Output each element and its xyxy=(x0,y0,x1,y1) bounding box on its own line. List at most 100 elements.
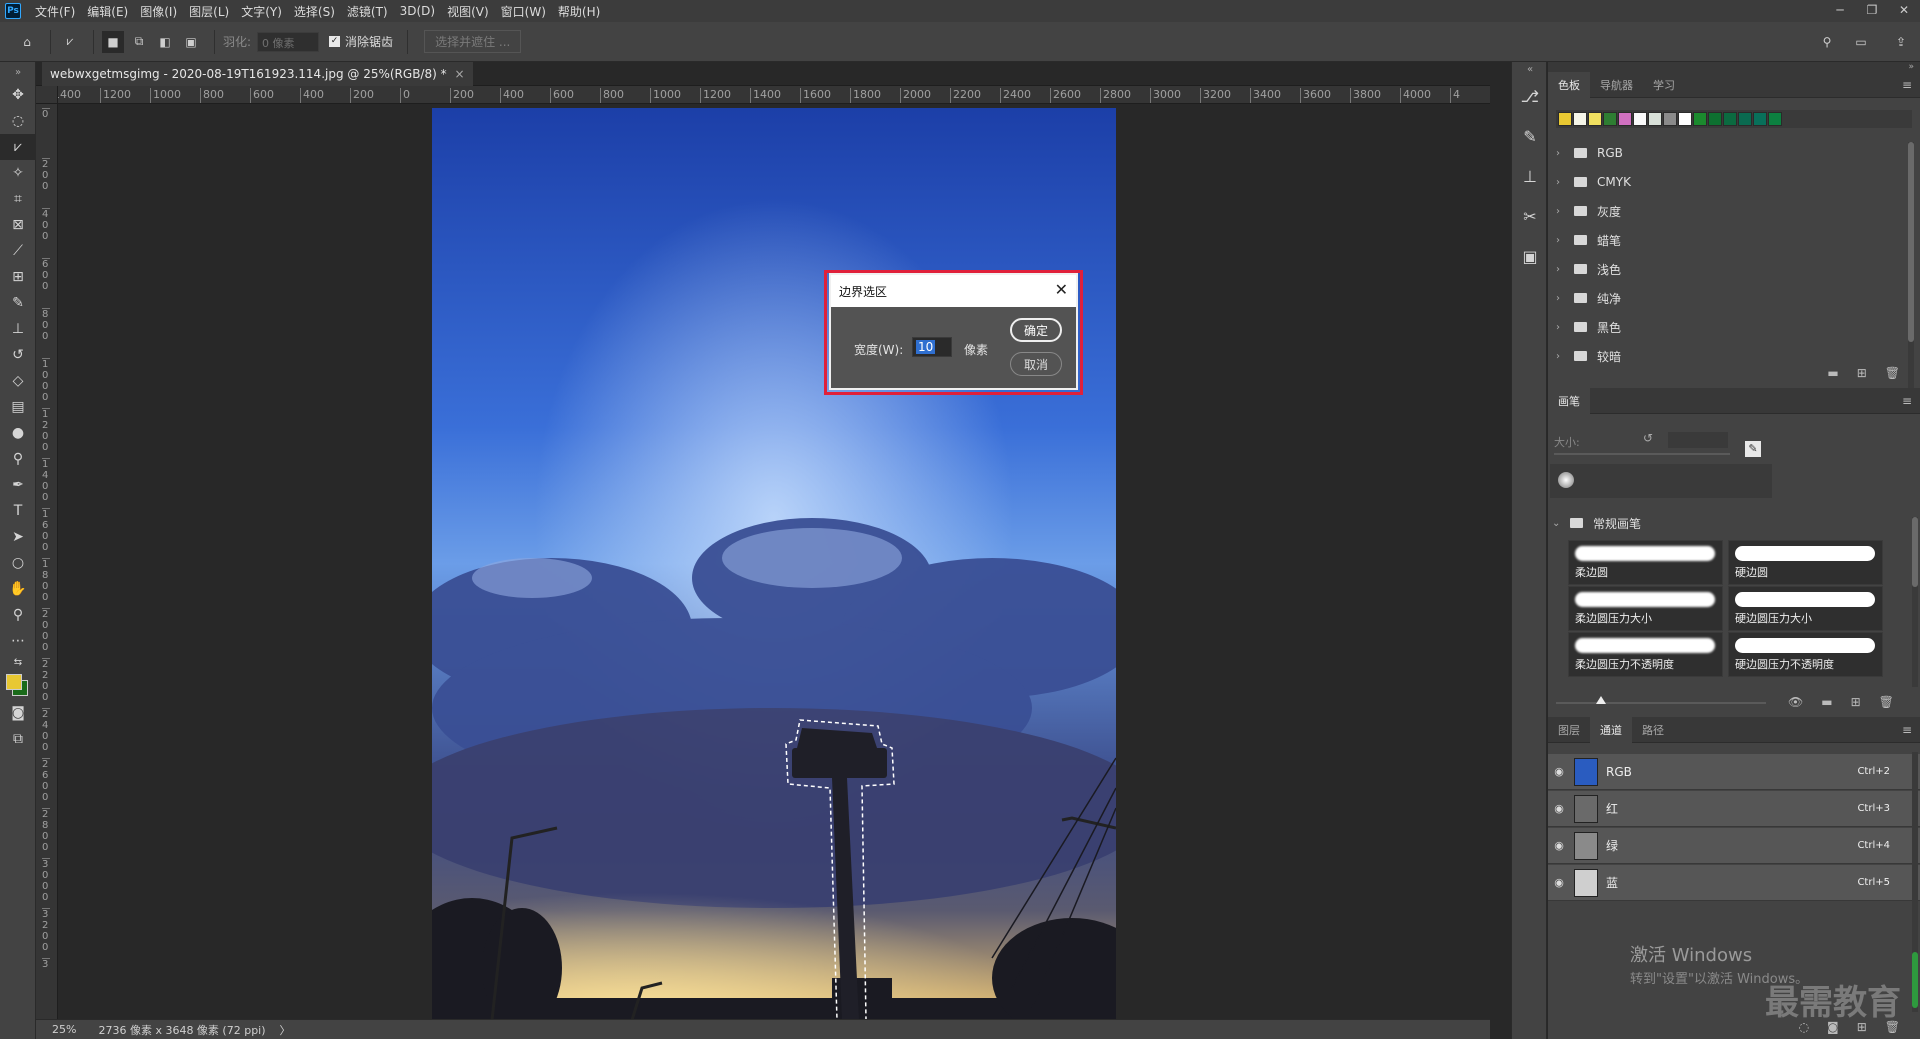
panel-menu-icon[interactable]: ≡ xyxy=(1902,78,1912,92)
menu-edit[interactable]: 编辑(E) xyxy=(81,3,134,20)
menu-help[interactable]: 帮助(H) xyxy=(552,3,606,20)
ok-button[interactable]: 确定 xyxy=(1010,318,1062,342)
photo-canvas[interactable] xyxy=(432,108,1116,1020)
magic-wand-tool-icon[interactable]: ✧ xyxy=(0,160,36,186)
new-group-icon[interactable]: ▬ xyxy=(1827,366,1838,380)
ellipse-tool-icon[interactable]: ○ xyxy=(0,550,36,576)
tab-brushes[interactable]: 画笔 xyxy=(1548,387,1590,414)
color-swatches[interactable] xyxy=(0,670,36,700)
panel-menu-icon[interactable]: ≡ xyxy=(1902,394,1912,408)
brush-settings-panel-icon[interactable]: ✎ xyxy=(1512,116,1548,156)
delete-swatch-icon[interactable]: 🗑 xyxy=(1885,366,1900,380)
healing-brush-tool-icon[interactable]: ⊞ xyxy=(0,264,36,290)
delete-brush-icon[interactable]: 🗑 xyxy=(1879,695,1894,709)
eye-icon[interactable]: ◉ xyxy=(1548,765,1570,778)
type-tool-icon[interactable]: T xyxy=(0,498,36,524)
cancel-button[interactable]: 取消 xyxy=(1010,352,1062,376)
menu-window[interactable]: 窗口(W) xyxy=(495,3,552,20)
reset-icon[interactable]: ↺ xyxy=(1643,431,1653,445)
more-tools-icon[interactable]: ⋯ xyxy=(0,628,36,654)
tab-layers[interactable]: 图层 xyxy=(1548,717,1590,743)
color-swatch[interactable] xyxy=(1663,112,1677,126)
close-window-button[interactable]: ✕ xyxy=(1888,0,1920,22)
move-tool-icon[interactable]: ✥ xyxy=(0,82,36,108)
color-swatch[interactable] xyxy=(1738,112,1752,126)
brush-size-slider[interactable] xyxy=(1554,453,1730,455)
menu-layer[interactable]: 图层(L) xyxy=(183,3,235,20)
eye-icon[interactable]: ◉ xyxy=(1548,802,1570,815)
channel-row[interactable]: ◉ RGB Ctrl+2 xyxy=(1548,754,1920,790)
width-input[interactable]: 10 xyxy=(912,337,952,357)
color-swatch[interactable] xyxy=(1708,112,1722,126)
swatches-scrollbar[interactable] xyxy=(1908,142,1914,392)
tab-paths[interactable]: 路径 xyxy=(1632,717,1674,743)
menu-3d[interactable]: 3D(D) xyxy=(394,4,441,18)
tab-navigator[interactable]: 导航器 xyxy=(1590,72,1643,98)
collapse-icon[interactable]: » xyxy=(0,62,36,82)
stamp-tool-icon[interactable]: ⊥ xyxy=(0,316,36,342)
channel-row[interactable]: ◉ 蓝 Ctrl+5 xyxy=(1548,865,1920,901)
brush-preset[interactable]: 硬边圆压力大小 xyxy=(1728,586,1883,631)
menu-filter[interactable]: 滤镜(T) xyxy=(341,3,394,20)
color-swatch[interactable] xyxy=(1603,112,1617,126)
swap-colors-icon[interactable]: ⇆ xyxy=(0,654,36,670)
restore-button[interactable]: ❐ xyxy=(1856,0,1888,22)
brush-preset[interactable]: 柔边圆压力不透明度 xyxy=(1568,632,1723,677)
swatch-folder[interactable]: › 纯净 xyxy=(1556,287,1621,309)
color-swatch[interactable] xyxy=(1573,112,1587,126)
brush-tool-icon[interactable]: ✎ xyxy=(0,290,36,316)
menu-image[interactable]: 图像(I) xyxy=(134,3,183,20)
eyedropper-tool-icon[interactable]: ⟋ xyxy=(0,238,36,264)
zoom-tool-icon[interactable]: ⚲ xyxy=(0,602,36,628)
minimize-button[interactable]: ─ xyxy=(1824,0,1856,22)
channels-scrollbar[interactable] xyxy=(1912,752,1918,1012)
color-swatch[interactable] xyxy=(1723,112,1737,126)
status-menu-arrow[interactable]: 〉 xyxy=(280,1022,291,1038)
dodge-tool-icon[interactable]: ⚲ xyxy=(0,446,36,472)
visibility-icon[interactable]: 👁 xyxy=(1788,695,1803,709)
document-tab[interactable]: webwxgetmsgimg - 2020-08-19T161923.114.j… xyxy=(42,62,473,86)
brush-preset[interactable]: 柔边圆 xyxy=(1568,540,1723,585)
brush-group[interactable]: ⌄ 常规画笔 xyxy=(1552,512,1641,534)
clone-source-panel-icon[interactable]: ⊥ xyxy=(1512,156,1548,196)
eye-icon[interactable]: ◉ xyxy=(1548,876,1570,889)
menu-view[interactable]: 视图(V) xyxy=(441,3,495,20)
add-selection-icon[interactable]: ⧉ xyxy=(128,31,150,53)
color-swatch[interactable] xyxy=(1588,112,1602,126)
home-icon[interactable]: ⌂ xyxy=(16,31,38,53)
swatch-folder[interactable]: › 灰度 xyxy=(1556,200,1621,222)
eye-icon[interactable]: ◉ xyxy=(1548,839,1570,852)
share-icon[interactable]: ⇪ xyxy=(1890,31,1912,53)
color-swatch[interactable] xyxy=(1618,112,1632,126)
quick-mask-icon[interactable]: ◙ xyxy=(0,700,36,726)
path-selection-tool-icon[interactable]: ➤ xyxy=(0,524,36,550)
color-swatch[interactable] xyxy=(1558,112,1572,126)
subtract-selection-icon[interactable]: ◧ xyxy=(154,31,176,53)
close-document-icon[interactable]: × xyxy=(455,67,465,81)
swatch-folder[interactable]: › 浅色 xyxy=(1556,258,1621,280)
brush-preset[interactable]: 硬边圆 xyxy=(1728,540,1883,585)
new-selection-icon[interactable]: ■ xyxy=(102,30,124,53)
polygonal-lasso-preset-icon[interactable]: ⩗ xyxy=(59,31,81,53)
eraser-tool-icon[interactable]: ◇ xyxy=(0,368,36,394)
menu-select[interactable]: 选择(S) xyxy=(288,3,341,20)
tab-learn[interactable]: 学习 xyxy=(1643,72,1685,98)
swatch-folder[interactable]: › 蜡笔 xyxy=(1556,229,1621,251)
channel-row[interactable]: ◉ 红 Ctrl+3 xyxy=(1548,791,1920,827)
collapse-panels-icon[interactable]: » xyxy=(1548,62,1920,72)
brush-preview-slider[interactable] xyxy=(1556,702,1766,704)
brushes-scrollbar[interactable] xyxy=(1912,517,1918,687)
color-swatch[interactable] xyxy=(1693,112,1707,126)
tab-swatches[interactable]: 色板 xyxy=(1548,71,1590,98)
tab-channels[interactable]: 通道 xyxy=(1590,716,1632,743)
hand-tool-icon[interactable]: ✋ xyxy=(0,576,36,602)
blur-tool-icon[interactable]: ● xyxy=(0,420,36,446)
screen-mode-icon[interactable]: ⧉ xyxy=(0,726,36,752)
menu-type[interactable]: 文字(Y) xyxy=(235,3,288,20)
history-panel-icon[interactable]: ⎇ xyxy=(1512,76,1548,116)
intersect-selection-icon[interactable]: ▣ xyxy=(180,31,202,53)
swatch-folder[interactable]: › 黑色 xyxy=(1556,316,1621,338)
new-brush-icon[interactable]: ⊞ xyxy=(1851,695,1861,709)
pen-tool-icon[interactable]: ✒ xyxy=(0,472,36,498)
tool-presets-panel-icon[interactable]: ✂ xyxy=(1512,196,1548,236)
